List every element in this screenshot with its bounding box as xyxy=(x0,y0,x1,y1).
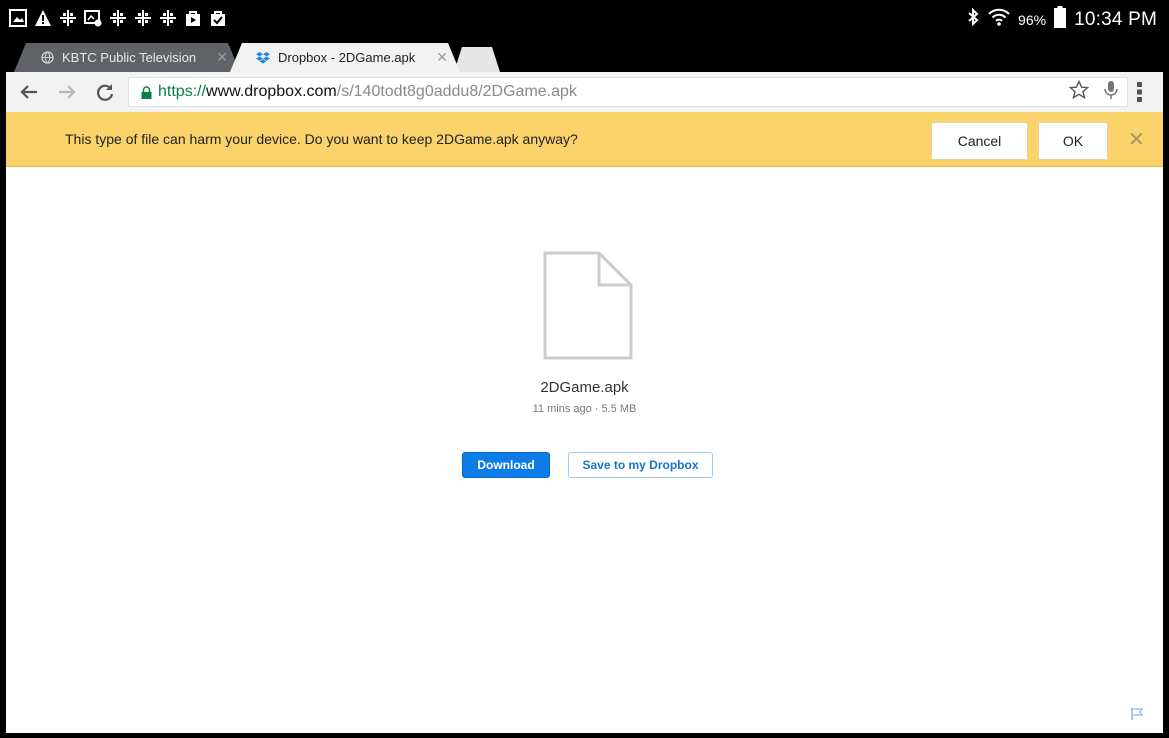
reload-icon[interactable] xyxy=(88,75,122,109)
tab-strip: KBTC Public Television ✕ Dropbox - 2DGam… xyxy=(0,38,1169,72)
data-sync-icon xyxy=(108,8,128,28)
screen-capture-icon xyxy=(83,8,103,28)
data-sync-icon xyxy=(133,8,153,28)
page-content: 2DGame.apk 11 mins ago · 5.5 MB Download… xyxy=(6,167,1163,733)
gallery-icon xyxy=(8,8,28,28)
back-arrow-icon[interactable] xyxy=(12,75,46,109)
battery-icon xyxy=(1054,6,1067,33)
system-indicators: 96% 10:34 PM xyxy=(966,6,1157,33)
url-actions xyxy=(1068,79,1119,105)
wifi-icon xyxy=(988,7,1010,32)
forward-arrow-icon[interactable] xyxy=(50,75,84,109)
battery-percent: 96% xyxy=(1018,11,1047,28)
notification-icons xyxy=(8,8,228,28)
download-button[interactable]: Download xyxy=(462,452,550,478)
microphone-icon[interactable] xyxy=(1103,80,1119,105)
url-scheme: https:// xyxy=(158,83,207,100)
tab-dropbox[interactable]: Dropbox - 2DGame.apk ✕ xyxy=(230,43,460,72)
clock: 10:34 PM xyxy=(1074,8,1157,30)
close-icon[interactable]: ✕ xyxy=(1128,127,1145,152)
url-host: www.dropbox.com xyxy=(206,83,337,100)
screen-bezel xyxy=(0,733,1169,738)
data-sync-icon xyxy=(58,8,78,28)
tab-kbtc[interactable]: KBTC Public Television ✕ xyxy=(14,43,240,72)
cancel-button[interactable]: Cancel xyxy=(931,122,1028,160)
data-sync-icon xyxy=(158,8,178,28)
file-meta: 11 mins ago · 5.5 MB xyxy=(532,403,637,415)
checklist-icon xyxy=(208,8,228,28)
bluetooth-icon xyxy=(966,7,980,31)
close-tab-icon[interactable]: ✕ xyxy=(436,49,448,66)
file-icon xyxy=(543,251,633,366)
warning-icon xyxy=(33,8,53,28)
warning-message: This type of file can harm your device. … xyxy=(65,131,578,147)
globe-icon xyxy=(40,51,54,65)
ok-button[interactable]: OK xyxy=(1038,122,1108,160)
star-icon[interactable] xyxy=(1068,79,1090,105)
new-tab-button[interactable] xyxy=(454,47,500,72)
save-to-dropbox-button[interactable]: Save to my Dropbox xyxy=(568,452,713,478)
tab-title: KBTC Public Television xyxy=(62,50,197,65)
overflow-menu-icon[interactable] xyxy=(1123,75,1157,109)
url-bar[interactable]: https://www.dropbox.com/s/140todt8g0addu… xyxy=(128,77,1128,107)
download-warning-infobar: This type of file can harm your device. … xyxy=(6,112,1163,167)
lock-icon xyxy=(141,85,152,99)
status-bar: 96% 10:34 PM xyxy=(0,0,1169,38)
url-path: /s/140todt8g0addu8/2DGame.apk xyxy=(336,83,577,100)
flag-icon[interactable] xyxy=(1130,707,1144,726)
dropbox-icon xyxy=(256,51,270,65)
browser-toolbar: https://www.dropbox.com/s/140todt8g0addu… xyxy=(6,72,1163,112)
file-name: 2DGame.apk xyxy=(540,379,629,396)
close-tab-icon[interactable]: ✕ xyxy=(216,49,228,66)
tab-title: Dropbox - 2DGame.apk xyxy=(278,50,416,65)
play-store-icon xyxy=(183,8,203,28)
